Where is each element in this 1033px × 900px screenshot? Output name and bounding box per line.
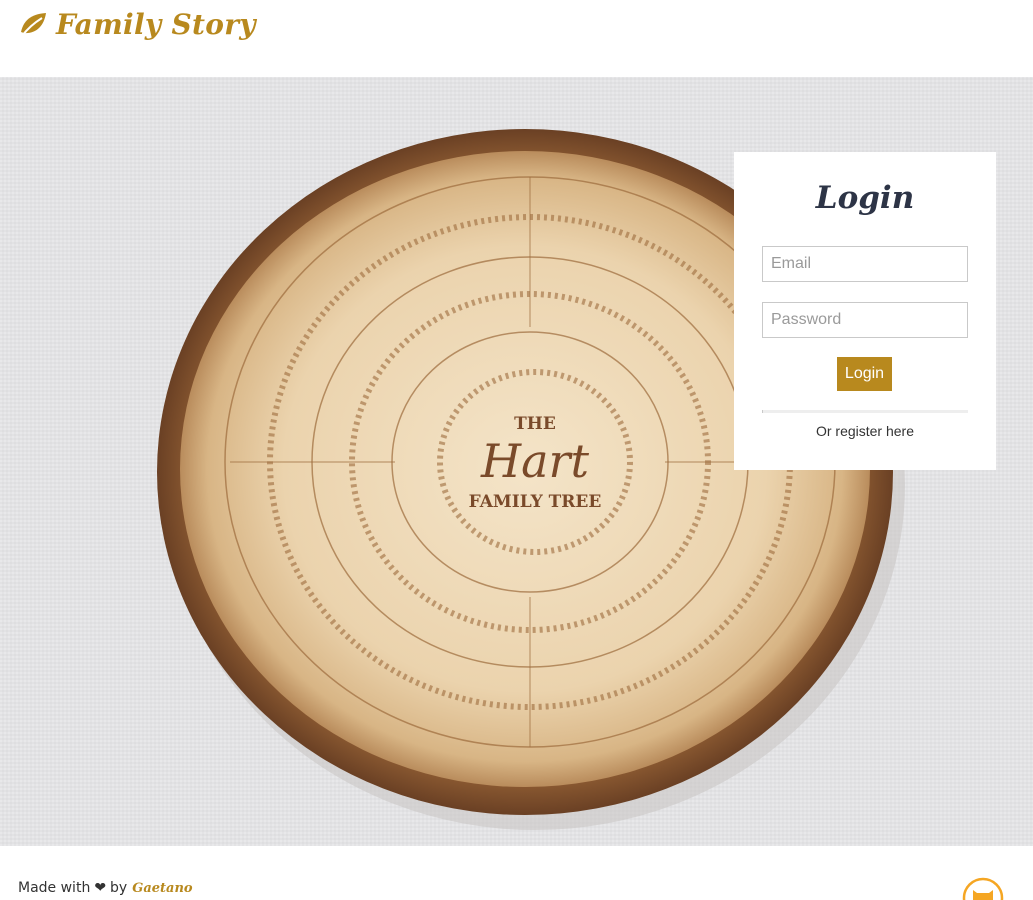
site-footer: Made with ❤ by Gaetano [0, 846, 1033, 900]
login-card: Login Login Or register here [734, 152, 996, 470]
login-title: Login [815, 180, 915, 216]
cat-icon[interactable] [962, 876, 1004, 900]
register-link[interactable]: Or register here [734, 423, 996, 439]
credits: Made with ❤ by Gaetano [18, 880, 193, 896]
leaf-icon [21, 12, 46, 37]
author-link[interactable]: Gaetano [132, 881, 192, 896]
made-with-text: Made with [18, 880, 91, 896]
tree-title-top: THE [514, 414, 556, 434]
brand-link[interactable]: Family Story [18, 8, 256, 41]
tree-title-main: Hart [480, 434, 590, 488]
password-input[interactable] [762, 302, 968, 338]
email-input[interactable] [762, 246, 968, 282]
by-text: by [110, 880, 128, 896]
divider [762, 410, 968, 413]
hero-section: THE Hart FAMILY TREE Login Login Or regi… [0, 77, 1033, 846]
login-button[interactable]: Login [837, 357, 892, 391]
heart-icon: ❤ [94, 880, 107, 896]
brand-name: Family Story [56, 8, 256, 41]
site-header: Family Story [0, 0, 1033, 77]
tree-title-bottom: FAMILY TREE [469, 492, 602, 512]
